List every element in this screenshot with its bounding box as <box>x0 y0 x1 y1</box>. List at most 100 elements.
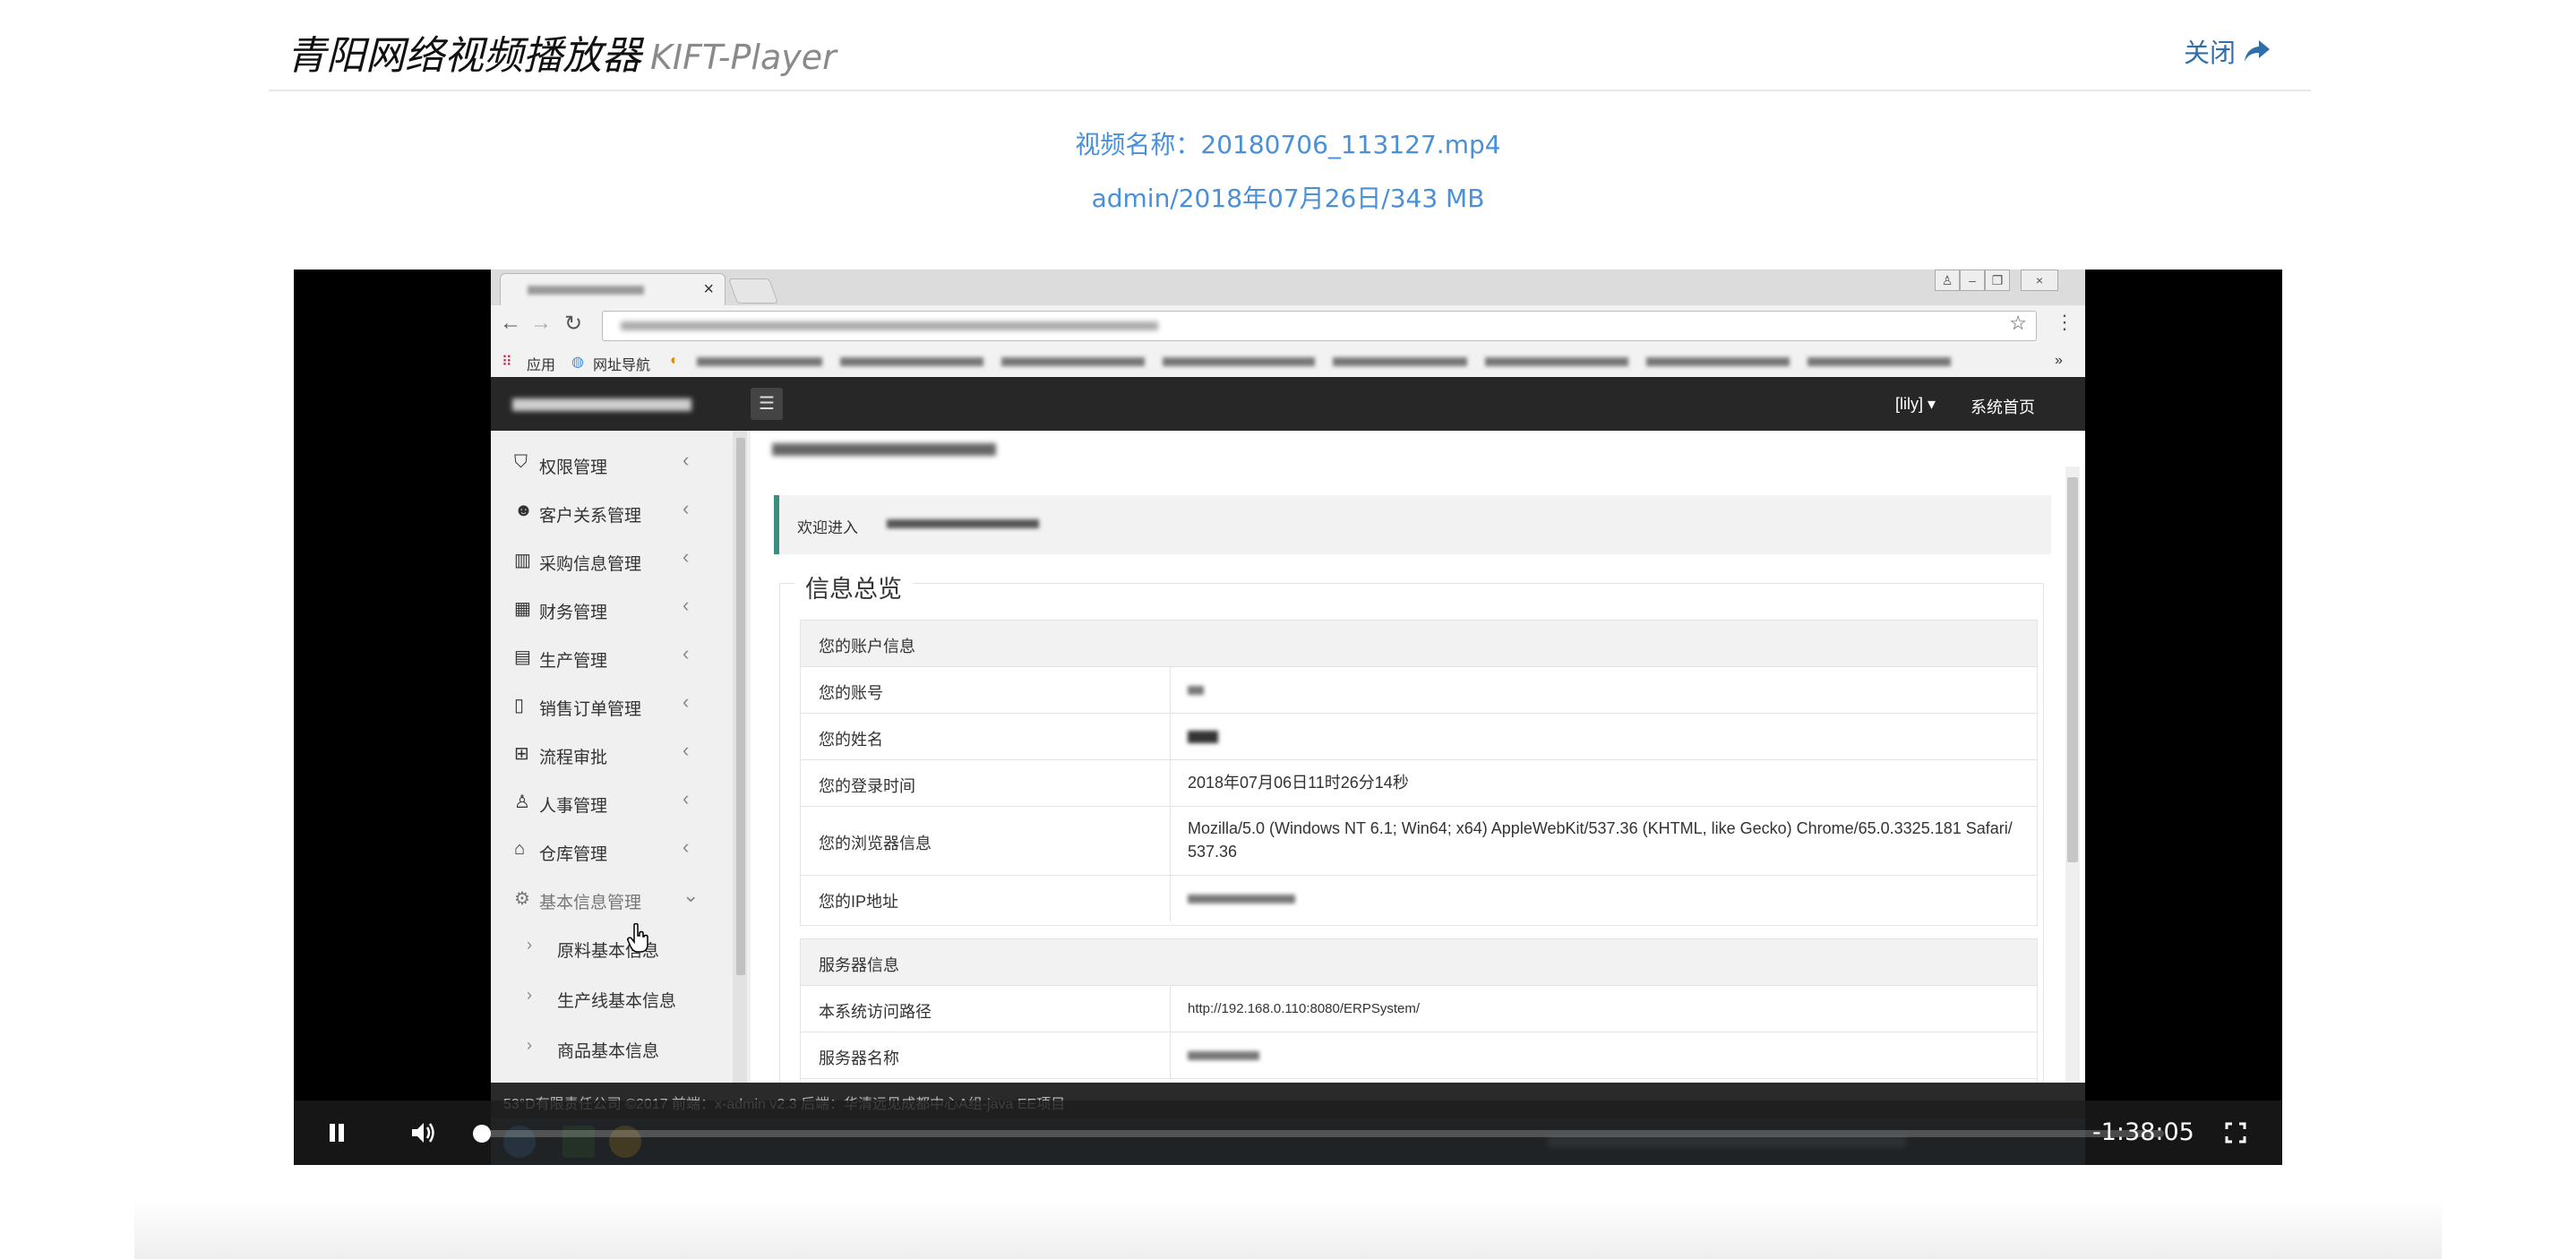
building-icon: ▤ <box>514 647 531 667</box>
table-header-label: 服务器信息 <box>819 956 899 974</box>
progress-handle[interactable] <box>473 1125 491 1143</box>
row-label: 您的账号 <box>819 684 883 702</box>
volume-button[interactable] <box>403 1113 442 1152</box>
sidebar-item-label: 销售订单管理 <box>539 700 642 719</box>
pause-button[interactable] <box>317 1113 356 1152</box>
bookmark-blur <box>1807 357 1951 366</box>
user-menu: [lily] ▾ <box>1895 395 1936 413</box>
chevron-left-icon: ‹ <box>683 739 690 761</box>
sidebar-item-crm: ☻ 客户关系管理 ‹ <box>491 490 733 538</box>
table-header: 您的账户信息 <box>801 621 2037 667</box>
bookmark-blur <box>840 357 983 366</box>
overview-title: 信息总览 <box>794 570 913 604</box>
chevron-left-icon: ‹ <box>683 497 690 519</box>
chevron-down-icon: ⌄ <box>683 884 700 906</box>
chevron-right-icon: › <box>527 936 532 954</box>
sidebar-item-permissions: ⛉ 权限管理 ‹ <box>491 441 733 490</box>
table-header-label: 您的账户信息 <box>819 638 915 655</box>
bookmark-blur <box>1333 357 1467 366</box>
welcome-banner: 欢迎进入 <box>774 495 2051 554</box>
video-meta: admin/2018年07月26日/343 MB <box>1091 184 1485 213</box>
chevron-left-icon: ‹ <box>683 642 690 664</box>
table-row: 您的浏览器信息 Mozilla/5.0 (Windows NT 6.1; Win… <box>801 807 2037 876</box>
chevron-left-icon: ‹ <box>683 449 690 471</box>
chevron-left-icon: ‹ <box>683 545 690 568</box>
table-row: 您的账号 <box>801 667 2037 714</box>
chevron-left-icon: ‹ <box>683 835 690 858</box>
address-bar: ← → ↻ ☆ ⋮ <box>491 305 2085 345</box>
row-label: 服务器名称 <box>819 1049 899 1067</box>
overview-panel: 信息总览 您的账户信息 您的账号 您的姓名 您的登录时间 2018年07月06日… <box>779 570 2044 1165</box>
close-button[interactable]: 关闭 <box>2184 32 2271 70</box>
sidebar-item-label: 客户关系管理 <box>539 507 642 526</box>
cell-divider <box>1170 986 1171 1032</box>
bookmark-blur <box>1485 357 1628 366</box>
bookmark-apps: 应用 <box>527 358 556 373</box>
video-player[interactable]: × ♙ – ❐ × ← → ↻ ☆ ⋮ ⠿ 应用 ◍ 网址导航 ◐ » ☰ [l… <box>294 270 2282 1165</box>
calculator-icon: ▦ <box>514 599 531 619</box>
table-row: 本系统访问路径 http://192.168.0.110:8080/ERPSys… <box>801 986 2037 1032</box>
row-label: 本系统访问路径 <box>819 1003 932 1021</box>
player-controls: -1:38:05 <box>294 1101 2282 1165</box>
sidebar-scroll-thumb <box>736 438 745 975</box>
sidebar-item-basic-info: ⚙ 基本信息管理 ⌄ <box>491 877 733 925</box>
sidebar-item-label: 基本信息管理 <box>539 894 642 912</box>
sidebar-item-label: 财务管理 <box>539 604 608 622</box>
bookmark-nav: 网址导航 <box>593 358 651 373</box>
row-label: 您的姓名 <box>819 731 883 749</box>
chevron-left-icon: ‹ <box>683 787 690 809</box>
table-row: 您的登录时间 2018年07月06日11时26分14秒 <box>801 760 2037 807</box>
bookmark-blur <box>697 357 822 366</box>
gear-icon: ⚙ <box>514 889 530 909</box>
access-path-value: http://192.168.0.110:8080/ERPSystem/ <box>1188 1001 1421 1016</box>
fullscreen-button[interactable] <box>2216 1113 2255 1152</box>
cell-divider <box>1170 1032 1171 1078</box>
user-icon: ♙ <box>1935 270 1960 291</box>
volume-icon <box>412 1123 434 1143</box>
sidebar: ⛉ 权限管理 ‹ ☻ 客户关系管理 ‹ ▥ 采购信息管理 ‹ ▦ 财务管理 ‹ … <box>491 431 751 1165</box>
sidebar-item-finance: ▦ 财务管理 ‹ <box>491 587 733 635</box>
globe-icon: ◍ <box>571 355 584 370</box>
hand-cursor-icon <box>627 923 648 953</box>
content-scroll-thumb <box>2067 477 2078 862</box>
url-box: ☆ <box>602 311 2037 341</box>
bookmark-icon: ◐ <box>670 353 679 368</box>
tab-title-blur <box>528 286 644 295</box>
close-label: 关闭 <box>2183 38 2236 68</box>
value-blur <box>1188 731 1218 743</box>
forward-icon: → <box>530 311 552 335</box>
system-home-link: 系统首页 <box>1971 398 2035 416</box>
cell-divider <box>1170 876 1171 921</box>
sidebar-subitem-products: › 商品基本信息 <box>491 1025 733 1075</box>
progress-bar[interactable] <box>473 1125 2164 1143</box>
users-icon: ☻ <box>514 501 534 520</box>
sidebar-subitem-label: 生产线基本信息 <box>557 992 677 1011</box>
sidebar-subitem-label: 商品基本信息 <box>557 1042 660 1061</box>
sidebar-subitem-production-lines: › 生产线基本信息 <box>491 975 733 1025</box>
app-title: 青阳网络视频播放器 <box>287 33 641 79</box>
bookmark-blur <box>1001 357 1145 366</box>
bookmarks-bar: ⠿ 应用 ◍ 网址导航 ◐ » <box>491 345 2085 378</box>
sidebar-item-hr: ♙ 人事管理 ‹ <box>491 780 733 828</box>
page-title: 青阳网络视频播放器 KIFT-Player <box>287 23 837 81</box>
user-label: [lily] <box>1895 395 1923 413</box>
cell-divider <box>1170 807 1171 875</box>
row-label: 您的登录时间 <box>819 777 915 795</box>
shield-icon: ⛉ <box>514 452 528 472</box>
video-frame: × ♙ – ❐ × ← → ↻ ☆ ⋮ ⠿ 应用 ◍ 网址导航 ◐ » ☰ [l… <box>491 270 2085 1165</box>
browser-tab: × <box>500 273 726 306</box>
table-row: 服务器名称 <box>801 1032 2037 1079</box>
value-blur <box>1188 1051 1259 1060</box>
value-blur <box>1188 895 1295 904</box>
receipt-icon: ▯ <box>514 696 525 715</box>
sitemap-icon: ⊞ <box>514 744 529 764</box>
chevron-right-icon: › <box>527 1036 532 1054</box>
sidebar-item-approval: ⊞ 流程审批 ‹ <box>491 732 733 780</box>
page-bottom-shadow <box>134 1200 2442 1259</box>
sidebar-item-label: 生产管理 <box>539 652 608 671</box>
sidebar-item-warehouse: ⌂ 仓库管理 ‹ <box>491 828 733 877</box>
app-subtitle: KIFT-Player <box>650 38 837 77</box>
person-icon: ♙ <box>514 792 530 812</box>
app-header: ☰ [lily] ▾ 系统首页 <box>491 377 2085 431</box>
window-close-icon: × <box>2021 270 2058 291</box>
